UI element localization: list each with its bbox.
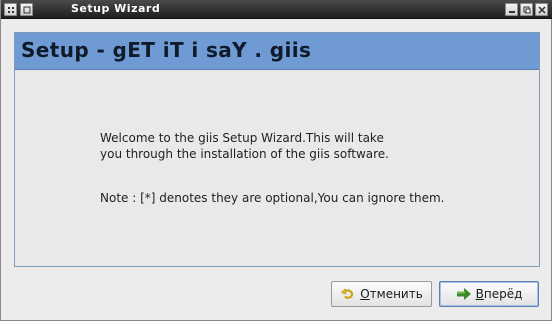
- cancel-button-label: Отменить: [360, 287, 423, 301]
- cancel-button[interactable]: Отменить: [331, 281, 432, 307]
- minimize-icon[interactable]: [505, 3, 518, 16]
- welcome-text-line-2: you through the installation of the giis…: [100, 147, 389, 161]
- undo-arrow-icon: [340, 286, 356, 302]
- next-button[interactable]: Вперёд: [439, 281, 539, 307]
- next-button-label: Вперёд: [475, 287, 523, 301]
- setup-wizard-window: Setup Wizard Setup - gET iT i saY . giis…: [0, 0, 552, 321]
- right-arrow-icon: [456, 286, 472, 302]
- note-text: Note : [*] denotes they are optional,You…: [100, 191, 445, 205]
- window-title: Setup Wizard: [71, 2, 161, 15]
- title-bar[interactable]: Setup Wizard: [1, 0, 552, 19]
- maximize-icon[interactable]: [520, 3, 533, 16]
- wizard-header-banner: Setup - gET iT i saY . giis: [15, 33, 539, 70]
- shade-window-icon[interactable]: [20, 3, 33, 16]
- window-menu-icon[interactable]: [4, 3, 17, 16]
- welcome-text-line-1: Welcome to the giis Setup Wizard.This wi…: [100, 131, 384, 145]
- wizard-page-panel: Setup - gET iT i saY . giis Welcome to t…: [14, 32, 540, 267]
- close-icon[interactable]: [535, 3, 548, 16]
- page-title: Setup - gET iT i saY . giis: [21, 38, 312, 62]
